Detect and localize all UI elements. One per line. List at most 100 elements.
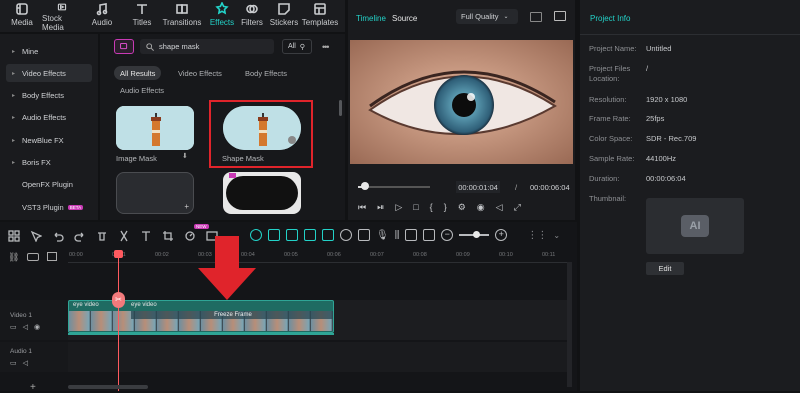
preview-scrubber-handle[interactable] [361, 182, 370, 190]
timeline-menu-icon[interactable]: ⌄ [553, 231, 560, 240]
ai-thumbnail-icon: AI [681, 215, 709, 237]
tab-source[interactable]: Source [392, 14, 417, 23]
image-mask-thumbnail[interactable] [116, 106, 194, 150]
crop-icon[interactable] [162, 230, 174, 242]
search-icon [146, 42, 154, 51]
track-audio-icon[interactable]: ◁ [23, 359, 28, 367]
toolbar-audio[interactable]: Audio [82, 2, 122, 32]
snapshot-icon[interactable] [405, 229, 418, 241]
playback-controls: ⏮ ⏯ ▷ □ { } ⚙ ◉ ◁ ⤢ [358, 202, 521, 213]
stop-icon[interactable]: □ [413, 202, 418, 213]
motion-track-icon[interactable] [322, 229, 334, 241]
search-bar[interactable]: shape mask [140, 39, 274, 54]
resolution-value: 1920 x 1080 [646, 95, 688, 104]
video-clip[interactable]: eye video eye video Freeze Frame [68, 300, 334, 333]
zoom-in-icon[interactable]: + [495, 229, 508, 241]
tab-all-results[interactable]: All Results [114, 66, 162, 80]
split-icon[interactable] [118, 230, 130, 242]
quality-dropdown[interactable]: Full Quality ⌄ [456, 9, 518, 24]
toolbar-transitions[interactable]: Transitions [162, 2, 202, 32]
shield-icon[interactable] [340, 229, 352, 241]
keyframe-icon[interactable] [286, 229, 298, 241]
toolbar-stickers[interactable]: Stickers [264, 2, 304, 32]
toolbar-templates[interactable]: Templates [300, 2, 340, 32]
effect-thumbnail-4[interactable] [223, 172, 301, 214]
track-visibility-icon[interactable]: ◉ [34, 323, 40, 331]
tab-body-effects[interactable]: Body Effects [239, 66, 293, 80]
settings-icon[interactable]: ⚙ [458, 202, 466, 213]
timeline-horizontal-scrollbar[interactable] [68, 385, 148, 389]
ruler-baseline [68, 262, 568, 263]
download-icon[interactable]: ⬇ [182, 152, 188, 160]
toolbar-media[interactable]: Media [2, 2, 42, 32]
sidebar-item-audio-effects[interactable]: ▸ Audio Effects [6, 108, 92, 126]
delete-icon[interactable] [96, 230, 108, 242]
library-scrollbar[interactable] [339, 100, 342, 116]
playhead-handle[interactable] [114, 250, 123, 258]
add-track-icon[interactable] [47, 252, 58, 261]
sidebar-item-video-effects[interactable]: ▸ Video Effects [6, 64, 92, 82]
sidebar-item-newblue-fx[interactable]: ▸ NewBlue FX [6, 131, 92, 149]
sidebar-item-body-effects[interactable]: ▸ Body Effects [6, 86, 92, 104]
tab-timeline[interactable]: Timeline [356, 14, 386, 23]
zoom-out-icon[interactable]: − [441, 229, 454, 241]
ruler-tick-label: 00:08 [413, 252, 427, 258]
fullscreen-icon[interactable]: ⤢ [514, 202, 521, 213]
sidebar-item-openfx-plugin[interactable]: OpenFX Plugin [6, 175, 92, 193]
toolbar-titles[interactable]: Titles [122, 2, 162, 32]
track-layout-icon[interactable] [27, 253, 40, 261]
image-mask-label: Image Mask [116, 154, 157, 163]
shape-mask-thumbnail[interactable] [223, 106, 301, 150]
track-folder-icon[interactable]: ▭ [10, 323, 17, 331]
filter-dropdown[interactable]: All ⚲ [282, 39, 312, 54]
project-thumbnail[interactable]: AI [646, 198, 744, 254]
select-tool-icon[interactable] [30, 230, 42, 242]
zoom-slider-handle[interactable] [473, 231, 481, 238]
layout-grid-icon[interactable] [8, 230, 20, 242]
expand-arrow-icon: ▸ [12, 48, 16, 55]
camera-icon[interactable]: ◉ [477, 202, 485, 213]
mark-in-icon[interactable]: { [430, 202, 433, 213]
timeline-vertical-scrollbar[interactable] [567, 262, 572, 387]
toolbar-stock-media[interactable]: Stock Media [42, 2, 82, 32]
snapshot-image-icon[interactable] [554, 11, 566, 21]
volume-icon[interactable]: ◁ [496, 202, 503, 213]
sidebar-item-vst3-plugin[interactable]: VST3 Plugin BETA [6, 198, 92, 216]
step-back-icon[interactable]: ⏯ [377, 202, 384, 213]
microphone-icon[interactable]: 🎙 [376, 230, 389, 241]
sample-rate-label: Sample Rate: [589, 154, 635, 163]
clip-name-2: eye video [131, 302, 157, 308]
sidebar-item-boris-fx[interactable]: ▸ Boris FX [6, 153, 92, 171]
undo-icon[interactable] [52, 230, 64, 242]
effect-thumbnail-3[interactable]: + [116, 172, 194, 214]
track-folder-icon[interactable]: ▭ [10, 359, 17, 367]
mixer-icon[interactable]: ⫼ [395, 230, 400, 241]
text-tool-icon[interactable] [140, 230, 152, 242]
search-input[interactable]: shape mask [159, 42, 199, 51]
track-audio-icon[interactable]: ◁ [23, 323, 28, 331]
expand-arrow-icon: ▸ [12, 70, 16, 77]
audio-track-label: Audio 1 [10, 348, 33, 355]
sidebar-item-mine[interactable]: ▸ Mine [6, 42, 92, 60]
link-icon[interactable]: ⛓ [8, 252, 19, 263]
mark-out-icon[interactable]: } [444, 202, 447, 213]
timeline-grid-icon[interactable]: ⋮⋮ [527, 230, 547, 241]
previous-frame-icon[interactable]: ⏮ [358, 202, 366, 213]
redo-icon[interactable] [74, 230, 86, 242]
edit-thumbnail-button[interactable]: Edit [646, 262, 684, 275]
marker-icon[interactable] [358, 229, 370, 241]
speed-icon[interactable] [184, 230, 196, 242]
play-icon[interactable]: ▷ [395, 202, 402, 213]
playhead-line[interactable] [118, 250, 119, 391]
favorites-button[interactable] [114, 39, 134, 54]
add-track-bottom-icon[interactable]: + [30, 382, 36, 393]
scissors-icon[interactable]: ✂ [112, 292, 125, 308]
zoom-slider[interactable] [459, 231, 490, 238]
stabilize-icon[interactable] [304, 229, 316, 241]
tab-video-effects[interactable]: Video Effects [172, 66, 228, 80]
tab-audio-effects[interactable]: Audio Effects [114, 83, 170, 97]
caption-icon[interactable] [423, 229, 436, 241]
ai-cutout-icon[interactable] [268, 229, 280, 241]
more-options-icon[interactable]: ••• [322, 42, 330, 52]
grid-icon[interactable] [530, 12, 542, 22]
